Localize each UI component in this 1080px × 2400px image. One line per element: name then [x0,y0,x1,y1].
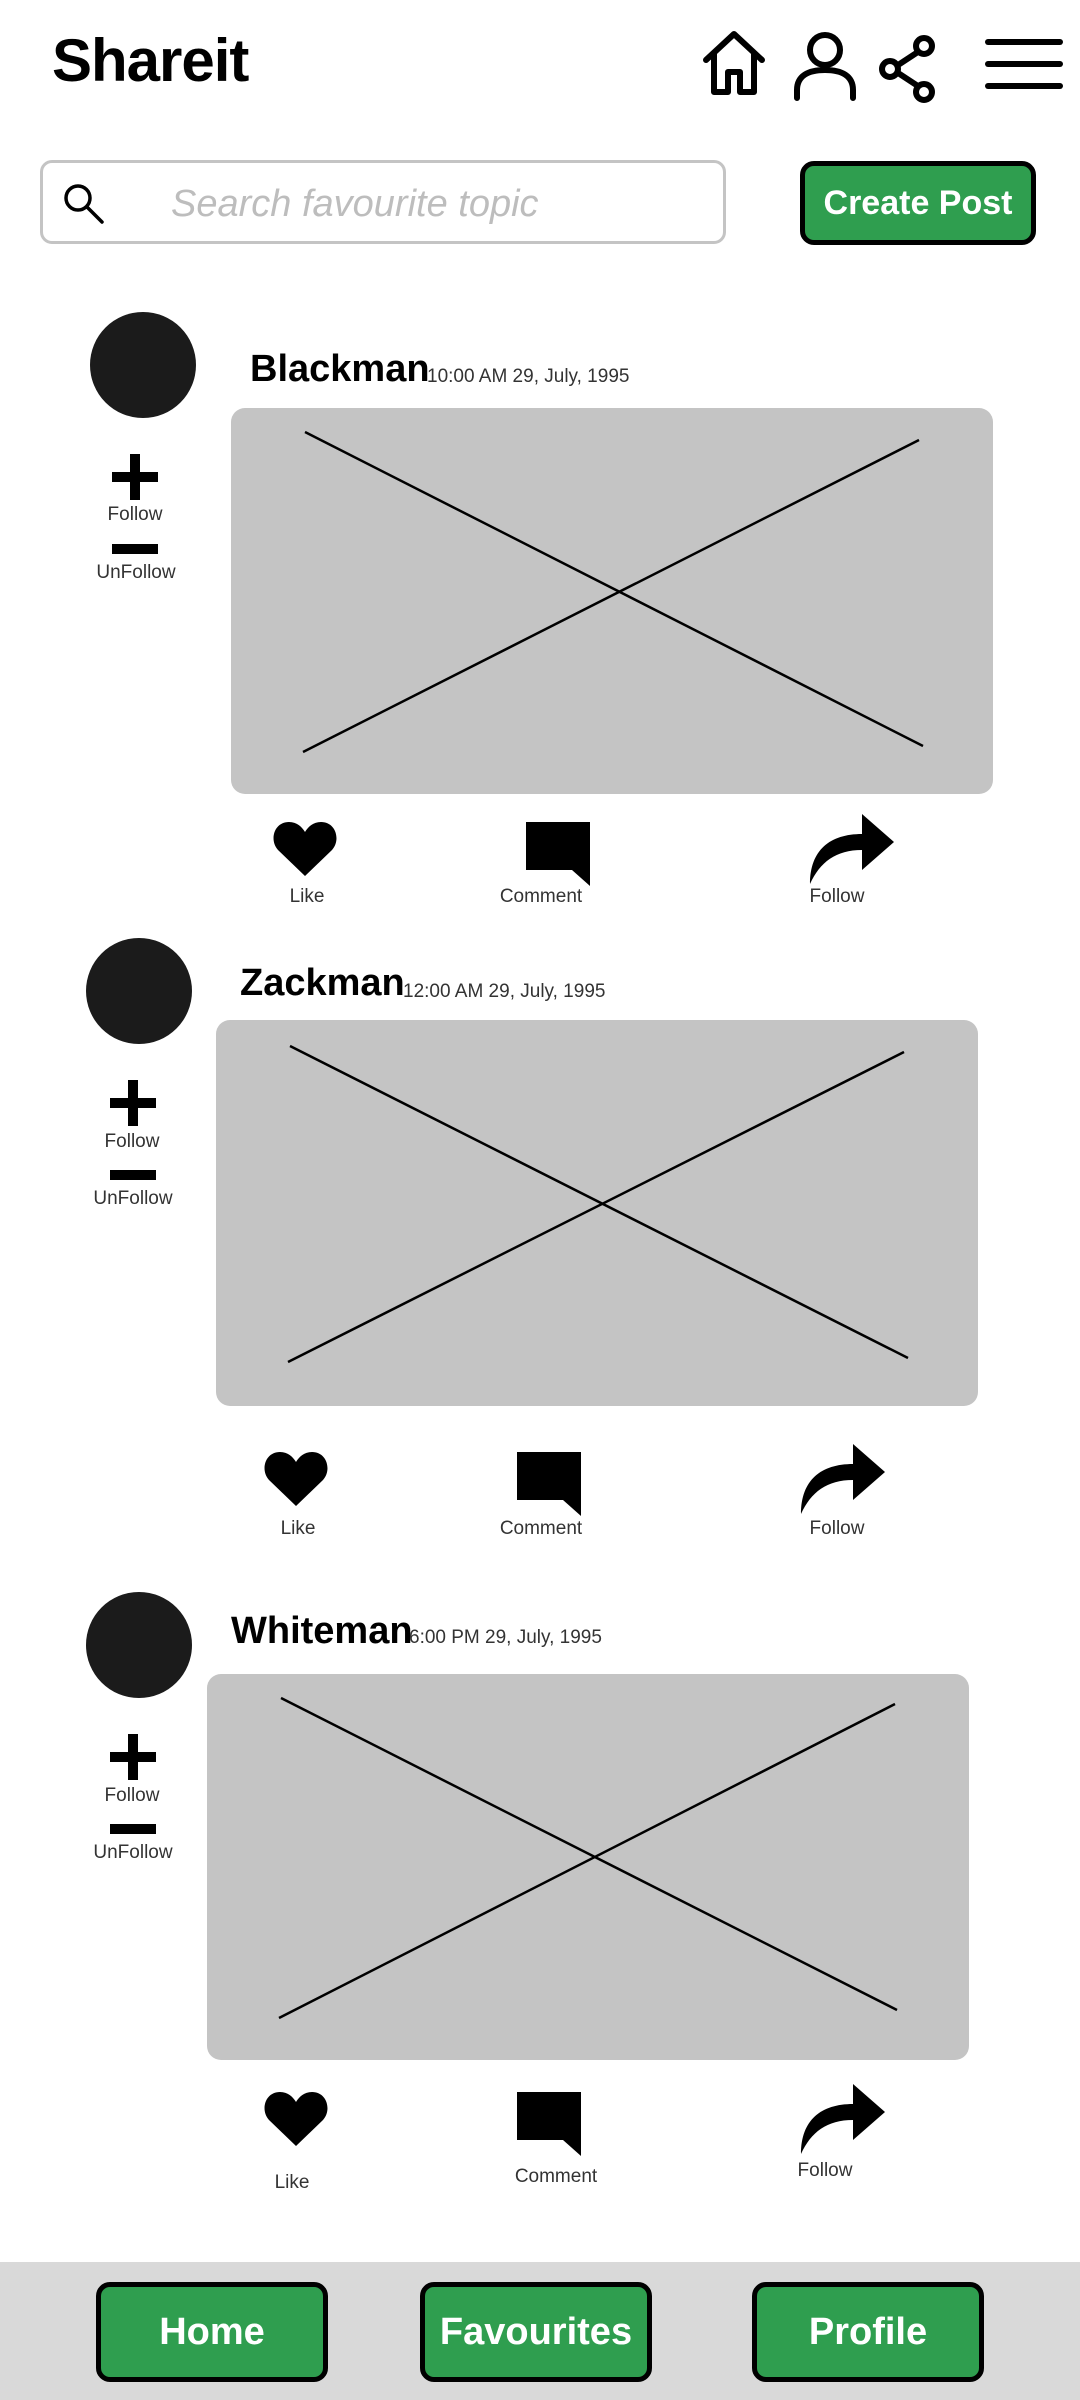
share-icon[interactable] [878,34,938,104]
post-timestamp: 6:00 PM 29, July, 1995 [409,1627,602,1648]
share-arrow-icon[interactable] [797,2078,887,2161]
comment-label[interactable]: Comment [471,1518,611,1540]
plus-icon[interactable] [108,1078,158,1133]
comment-icon[interactable] [515,2090,583,2163]
post-timestamp: 12:00 AM 29, July, 1995 [403,981,606,1002]
unfollow-label[interactable]: UnFollow [73,1842,193,1864]
post-image-placeholder[interactable] [207,1674,969,2060]
unfollow-label[interactable]: UnFollow [73,1188,193,1210]
follow-label[interactable]: Follow [72,1785,192,1807]
post-image-placeholder[interactable] [231,408,993,794]
comment-label[interactable]: Comment [486,2166,626,2188]
comment-icon[interactable] [515,1450,583,1523]
nav-profile-button[interactable]: Profile [752,2282,984,2382]
plus-icon[interactable] [108,1732,158,1787]
avatar[interactable] [90,312,196,418]
avatar[interactable] [86,938,192,1044]
like-label[interactable]: Like [222,2172,362,2194]
follow-label[interactable]: Follow [72,1131,192,1153]
minus-icon[interactable] [110,1822,156,1841]
search-input[interactable] [169,173,713,235]
heart-icon[interactable] [263,1448,329,1513]
search-icon [61,181,107,232]
app-title: Shareit [52,27,249,94]
minus-icon[interactable] [110,1168,156,1187]
heart-icon[interactable] [263,2088,329,2153]
share-arrow-icon[interactable] [797,1438,887,1521]
post-username[interactable]: Blackman [250,348,430,391]
heart-icon[interactable] [272,818,338,883]
post-username[interactable]: Zackman [240,962,405,1005]
share-label[interactable]: Follow [767,1518,907,1540]
create-post-button[interactable]: Create Post [800,161,1036,245]
comment-icon[interactable] [524,820,592,893]
avatar[interactable] [86,1592,192,1698]
user-icon[interactable] [792,30,858,102]
nav-home-button[interactable]: Home [96,2282,328,2382]
share-arrow-icon[interactable] [806,808,896,891]
like-label[interactable]: Like [237,886,377,908]
share-label[interactable]: Follow [767,886,907,908]
like-label[interactable]: Like [228,1518,368,1540]
post-image-placeholder[interactable] [216,1020,978,1406]
comment-label[interactable]: Comment [471,886,611,908]
post-username[interactable]: Whiteman [231,1610,413,1653]
plus-icon[interactable] [110,452,160,507]
follow-label[interactable]: Follow [75,504,195,526]
post-timestamp: 10:00 AM 29, July, 1995 [427,366,630,387]
share-label[interactable]: Follow [755,2160,895,2182]
search-bar[interactable] [40,160,726,244]
minus-icon[interactable] [112,542,158,561]
unfollow-label[interactable]: UnFollow [76,562,196,584]
home-icon[interactable] [698,26,770,98]
menu-icon[interactable] [984,36,1064,92]
nav-favourites-button[interactable]: Favourites [420,2282,652,2382]
